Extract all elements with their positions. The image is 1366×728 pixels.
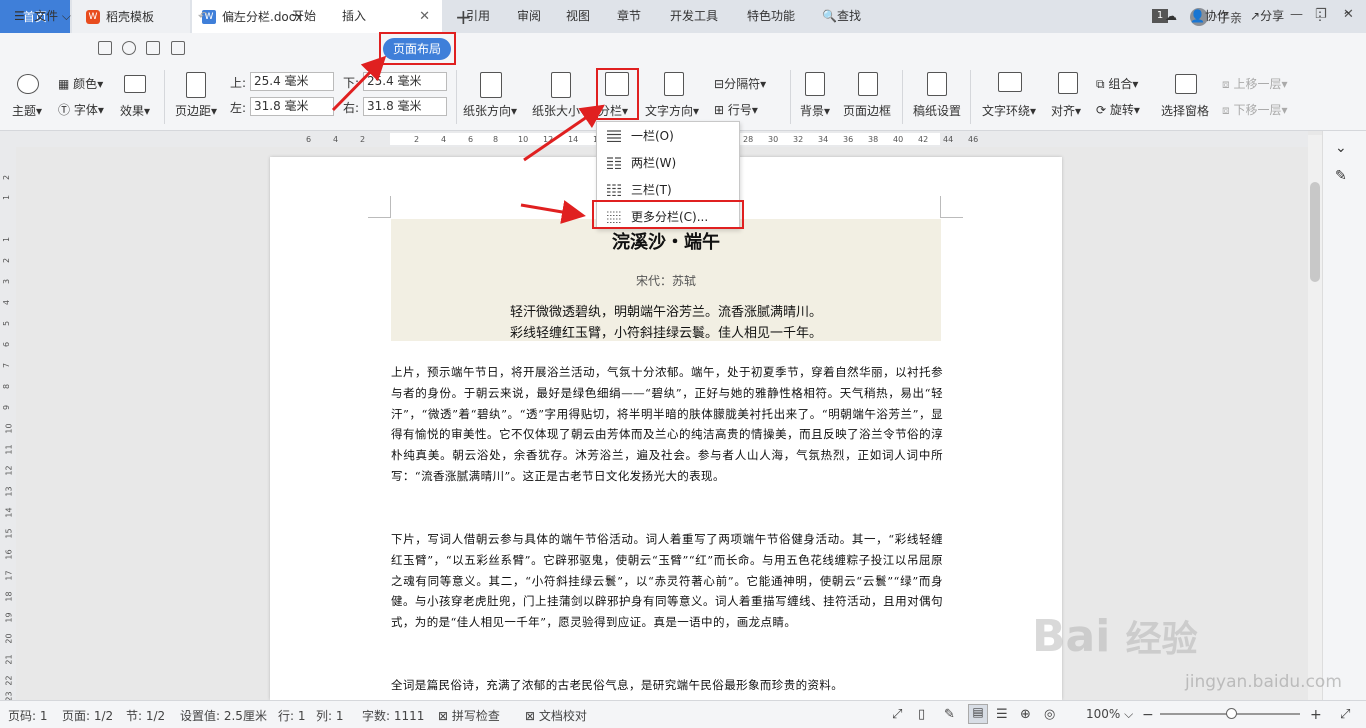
status-page[interactable]: 页码: 1: [8, 707, 48, 724]
status-expand-icon[interactable]: ⤢: [1340, 707, 1350, 722]
fullscreen-icon[interactable]: ⤢: [892, 707, 902, 722]
zoom-slider-knob[interactable]: [1226, 708, 1237, 719]
baidu-watermark-url: jingyan.baidu.com: [1185, 672, 1342, 692]
web-view-icon[interactable]: ⊕: [1020, 707, 1031, 722]
status-setting[interactable]: 设置值: 2.5厘米: [180, 707, 267, 724]
pen-mode-icon[interactable]: ✎: [944, 707, 955, 722]
status-row[interactable]: 行: 1: [278, 707, 306, 724]
outline-view-icon[interactable]: ☰: [996, 707, 1008, 722]
page-view-icon[interactable]: ▤: [968, 704, 988, 724]
side-collapse-icon[interactable]: ⌄: [1335, 140, 1347, 156]
baidu-watermark: Bai 经验: [1032, 611, 1198, 662]
proof-icon: ⊠: [525, 709, 536, 723]
eye-protection-icon[interactable]: ◎: [1044, 707, 1055, 722]
scrollbar-thumb[interactable]: [1310, 182, 1320, 282]
status-words[interactable]: 字数: 1111: [362, 707, 424, 724]
status-col[interactable]: 列: 1: [316, 707, 344, 724]
reading-mode-icon[interactable]: ▯: [918, 707, 925, 722]
status-section[interactable]: 节: 1/2: [126, 707, 165, 724]
zoom-level[interactable]: 100% ⌵: [1086, 707, 1133, 722]
side-panel: [1322, 131, 1366, 700]
pen-icon[interactable]: ✎: [1335, 168, 1347, 184]
zoom-out-icon[interactable]: −: [1142, 707, 1154, 723]
status-pages[interactable]: 页面: 1/2: [62, 707, 113, 724]
spell-check-icon: ⊠: [438, 709, 449, 723]
spell-check-button[interactable]: ⊠ 拼写检查: [438, 707, 500, 724]
zoom-in-icon[interactable]: +: [1310, 707, 1322, 723]
proof-button[interactable]: ⊠ 文档校对: [525, 707, 587, 724]
